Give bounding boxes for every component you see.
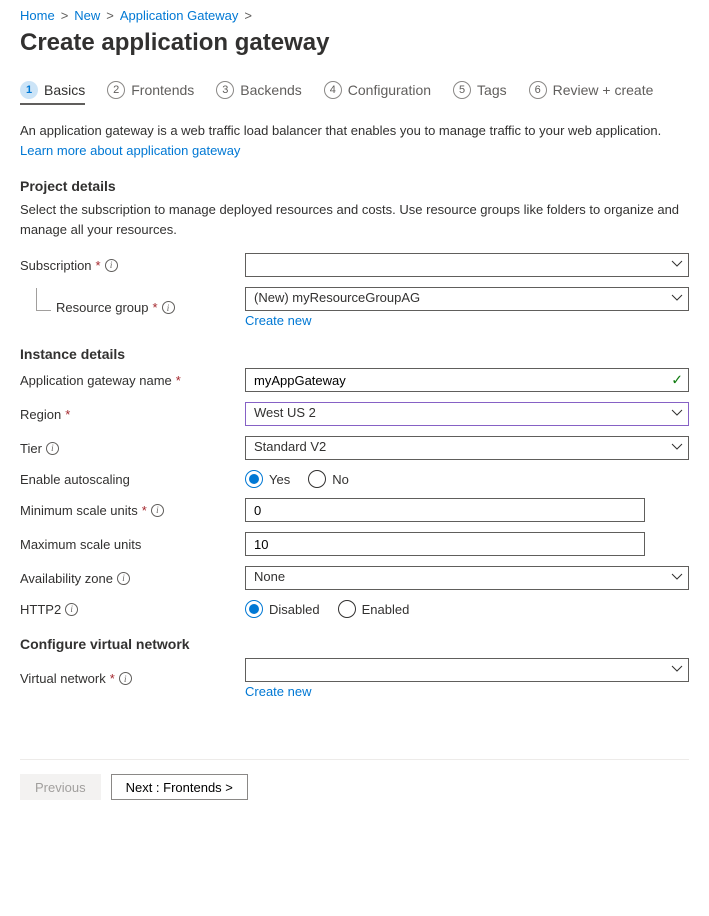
create-new-rg-link[interactable]: Create new — [245, 313, 311, 328]
tab-label: Review + create — [553, 82, 654, 98]
required-asterisk: * — [96, 258, 101, 273]
subscription-select[interactable] — [245, 253, 689, 277]
tab-frontends[interactable]: 2 Frontends — [107, 81, 194, 105]
create-new-vnet-link[interactable]: Create new — [245, 684, 311, 699]
info-icon[interactable]: i — [117, 572, 130, 585]
radio-icon — [338, 600, 356, 618]
previous-button: Previous — [20, 774, 101, 800]
tab-backends[interactable]: 3 Backends — [216, 81, 301, 105]
tab-step-number: 4 — [324, 81, 342, 99]
region-label: Region * — [20, 407, 245, 422]
intro-text: An application gateway is a web traffic … — [20, 121, 689, 160]
resource-group-select[interactable]: (New) myResourceGroupAG — [245, 287, 689, 311]
breadcrumb-home[interactable]: Home — [20, 8, 55, 23]
breadcrumb-new[interactable]: New — [74, 8, 100, 23]
required-asterisk: * — [153, 300, 158, 315]
info-icon[interactable]: i — [162, 301, 175, 314]
section-project-details: Project details — [20, 178, 689, 194]
autoscaling-yes-radio[interactable]: Yes — [245, 470, 290, 488]
wizard-tabs: 1 Basics 2 Frontends 3 Backends 4 Config… — [20, 81, 689, 105]
max-scale-label: Maximum scale units — [20, 537, 245, 552]
region-select[interactable]: West US 2 — [245, 402, 689, 426]
radio-icon — [245, 470, 263, 488]
virtual-network-label: Virtual network * i — [20, 671, 245, 686]
radio-icon — [245, 600, 263, 618]
tab-configuration[interactable]: 4 Configuration — [324, 81, 431, 105]
availability-zone-select[interactable]: None — [245, 566, 689, 590]
availability-zone-label: Availability zone i — [20, 571, 245, 586]
breadcrumb-application-gateway[interactable]: Application Gateway — [120, 8, 239, 23]
required-asterisk: * — [65, 407, 70, 422]
gateway-name-input[interactable] — [245, 368, 689, 392]
tier-label: Tier i — [20, 441, 245, 456]
required-asterisk: * — [142, 503, 147, 518]
tab-label: Configuration — [348, 82, 431, 98]
max-scale-input[interactable] — [245, 532, 645, 556]
tab-label: Frontends — [131, 82, 194, 98]
section-instance-details: Instance details — [20, 346, 689, 362]
breadcrumb-separator: > — [106, 8, 114, 23]
min-scale-label: Minimum scale units * i — [20, 503, 245, 518]
tab-step-number: 2 — [107, 81, 125, 99]
autoscaling-label: Enable autoscaling — [20, 472, 245, 487]
section-project-sub: Select the subscription to manage deploy… — [20, 200, 689, 239]
tab-label: Backends — [240, 82, 301, 98]
breadcrumb-separator: > — [244, 8, 252, 23]
tab-tags[interactable]: 5 Tags — [453, 81, 507, 105]
tab-step-number: 3 — [216, 81, 234, 99]
info-icon[interactable]: i — [105, 259, 118, 272]
subscription-label: Subscription * i — [20, 258, 245, 273]
next-button[interactable]: Next : Frontends > — [111, 774, 248, 800]
page-title: Create application gateway — [20, 29, 689, 57]
info-icon[interactable]: i — [65, 603, 78, 616]
required-asterisk: * — [110, 671, 115, 686]
footer-actions: Previous Next : Frontends > — [20, 759, 689, 800]
tab-step-number: 1 — [20, 81, 38, 99]
resource-group-label: Resource group * i — [20, 300, 245, 315]
required-asterisk: * — [176, 373, 181, 388]
gateway-name-label: Application gateway name * — [20, 373, 245, 388]
http2-label: HTTP2 i — [20, 602, 245, 617]
tab-step-number: 5 — [453, 81, 471, 99]
tier-select[interactable]: Standard V2 — [245, 436, 689, 460]
tab-review-create[interactable]: 6 Review + create — [529, 81, 654, 105]
autoscaling-no-radio[interactable]: No — [308, 470, 349, 488]
virtual-network-select[interactable] — [245, 658, 689, 682]
section-virtual-network: Configure virtual network — [20, 636, 689, 652]
tab-step-number: 6 — [529, 81, 547, 99]
learn-more-link[interactable]: Learn more about application gateway — [20, 143, 240, 158]
http2-enabled-radio[interactable]: Enabled — [338, 600, 410, 618]
info-icon[interactable]: i — [46, 442, 59, 455]
min-scale-input[interactable] — [245, 498, 645, 522]
info-icon[interactable]: i — [119, 672, 132, 685]
tab-label: Tags — [477, 82, 507, 98]
breadcrumb: Home > New > Application Gateway > — [20, 0, 689, 23]
tab-basics[interactable]: 1 Basics — [20, 81, 85, 105]
info-icon[interactable]: i — [151, 504, 164, 517]
breadcrumb-separator: > — [61, 8, 69, 23]
radio-icon — [308, 470, 326, 488]
http2-disabled-radio[interactable]: Disabled — [245, 600, 320, 618]
tab-label: Basics — [44, 82, 85, 98]
